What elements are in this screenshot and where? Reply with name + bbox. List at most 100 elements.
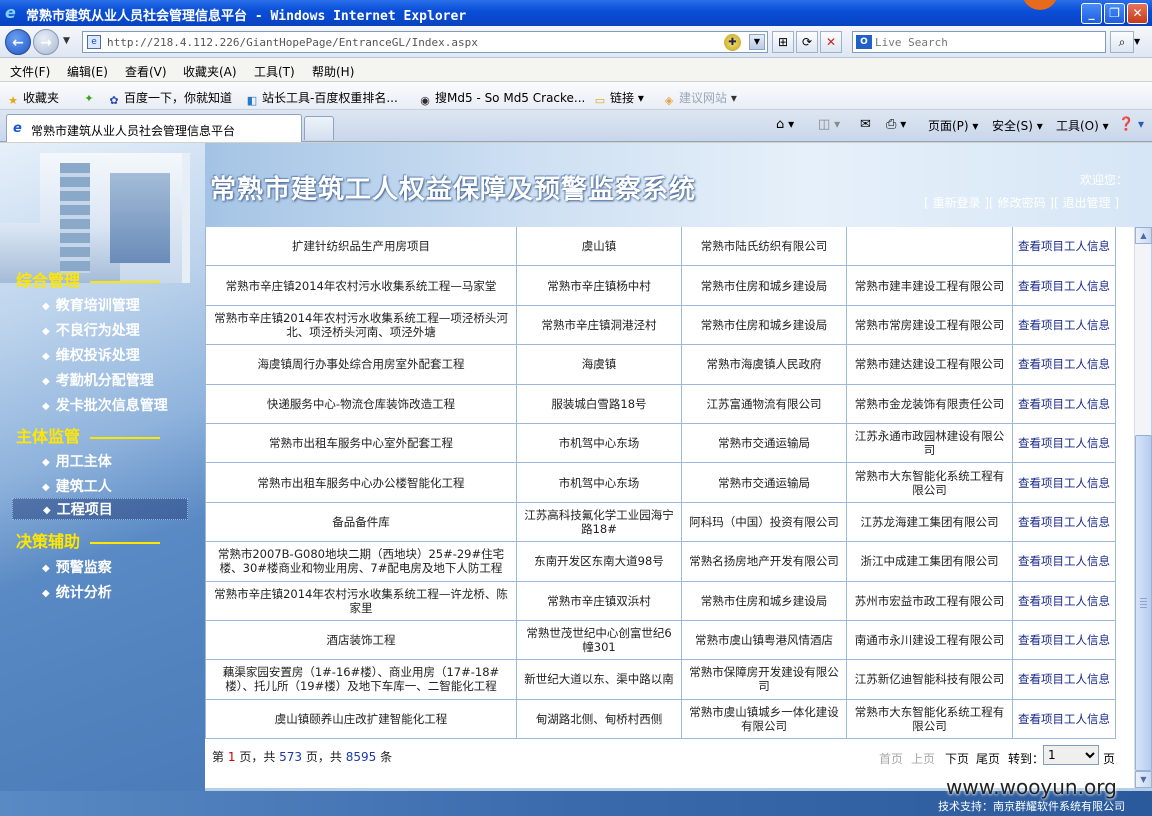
menu-file[interactable]: 文件(F) (10, 63, 50, 80)
table-row: 酒店装饰工程 常熟世茂世纪中心创富世纪6幢301 常熟市虞山镇粤港风情酒店 南通市永川… (205, 619, 1116, 661)
scroll-down-icon[interactable]: ▼ (1135, 771, 1152, 788)
table-row: 快递服务中心-物流仓库装饰改造工程 服装城白雪路18号 江苏富通物流有限公司 常熟市金… (205, 383, 1116, 424)
fav-link-somd5[interactable]: ◉ 搜Md5 - So Md5 Cracke... (418, 89, 585, 108)
add-favorite-icon[interactable]: ✦ (82, 89, 99, 106)
view-workers-link[interactable]: 查看项目工人信息 (1012, 344, 1116, 385)
nav-section-decision: 决策辅助 (16, 528, 161, 552)
rss-feed-icon[interactable]: ⊞ (772, 31, 794, 53)
scroll-up-icon[interactable]: ▲ (1135, 227, 1152, 244)
table-row: 虞山镇颐养山庄改扩建智能化工程 甸湖路北侧、甸桥村西侧 常熟市虞山镇城乡一体化建设有… (205, 698, 1116, 740)
feeds-button[interactable]: ◫ ▾ (818, 117, 840, 132)
nav-item-workers[interactable]: ◆ 建筑工人 (42, 476, 112, 496)
live-search-field[interactable]: O (852, 31, 1106, 53)
table-cell: 市机驾中心东场 (516, 462, 682, 503)
nav-item-card-batch[interactable]: ◆ 发卡批次信息管理 (42, 395, 168, 415)
refresh-icon[interactable]: ⟳ (796, 31, 818, 53)
menu-tools[interactable]: 工具(T) (254, 63, 295, 80)
table-row: 常熟市辛庄镇2014年农村污水收集系统工程—项泾桥头河北、项泾桥头河南、项泾外塘… (205, 304, 1116, 346)
baidu-paw-icon: ✿ (109, 94, 119, 107)
table-cell: 常熟市辛庄镇2014年农村污水收集系统工程—许龙桥、陈家里 (205, 580, 517, 621)
fav-links-folder[interactable]: ▭ 链接 ▾ (593, 89, 644, 108)
logout-link[interactable]: 退出管理 (1063, 196, 1111, 210)
print-button[interactable]: ⎙ ▾ (886, 117, 906, 132)
diamond-icon: ◆ (42, 401, 50, 412)
minimize-button[interactable]: _ (1081, 3, 1102, 24)
scroll-thumb[interactable] (1135, 435, 1152, 771)
view-workers-link[interactable]: 查看项目工人信息 (1012, 227, 1116, 267)
diamond-icon: ◆ (42, 563, 50, 574)
help-icon: ❓ (1118, 117, 1135, 132)
view-workers-link[interactable]: 查看项目工人信息 (1012, 265, 1116, 306)
prev-page-link[interactable]: 上页 (911, 750, 935, 767)
menu-view[interactable]: 查看(V) (125, 63, 167, 80)
last-page-link[interactable]: 尾页 (976, 750, 1000, 767)
table-cell: 常熟市大东智能化系统工程有限公司 (846, 462, 1013, 503)
view-workers-link[interactable]: 查看项目工人信息 (1012, 698, 1116, 740)
restore-button[interactable]: ❐ (1104, 3, 1125, 24)
nav-item-employers[interactable]: ◆ 用工主体 (42, 451, 112, 471)
table-cell: 快递服务中心-物流仓库装饰改造工程 (205, 383, 517, 424)
nav-item-complaints[interactable]: ◆ 维权投诉处理 (42, 345, 140, 365)
nav-item-warning[interactable]: ◆ 预警监察 (42, 557, 112, 577)
url-field[interactable]: e http://218.4.112.226/GiantHopePage/Ent… (82, 31, 768, 53)
page-menu[interactable]: 页面(P) ▾ (928, 117, 978, 134)
project-table: 扩建针纺织品生产用房项目 虞山镇 常熟市陆氏纺织有限公司 查看项目工人信息 常熟市辛庄镇… (205, 227, 1116, 740)
fav-link-baidu[interactable]: ✿ 百度一下，你就知道 (107, 89, 232, 108)
table-cell: 常熟市虞山镇城乡一体化建设有限公司 (681, 698, 847, 740)
table-cell: 常熟市海虞镇人民政府 (681, 344, 847, 385)
close-button[interactable]: ✕ (1127, 3, 1148, 24)
relogin-link[interactable]: 重新登录 (933, 196, 981, 210)
new-tab-button[interactable] (304, 116, 334, 140)
forward-button[interactable]: → (33, 29, 59, 55)
back-button[interactable]: ← (5, 29, 31, 55)
mail-icon: ✉ (860, 117, 871, 132)
search-icon[interactable]: ⌕ (1110, 31, 1134, 53)
fav-suggested-sites[interactable]: ◈ 建议网站 ▾ (662, 89, 737, 108)
compatibility-icon[interactable]: ✚ (724, 34, 741, 51)
stop-icon[interactable]: ✕ (820, 31, 842, 53)
url-dropdown-icon[interactable]: ▼ (749, 34, 765, 50)
chinaz-icon: ◧ (246, 94, 258, 107)
favorites-button[interactable]: ★ 收藏夹 (6, 89, 59, 108)
nav-item-misconduct[interactable]: ◆ 不良行为处理 (42, 320, 140, 340)
view-workers-link[interactable]: 查看项目工人信息 (1012, 462, 1116, 503)
nav-item-attendance[interactable]: ◆ 考勤机分配管理 (42, 370, 154, 390)
view-workers-link[interactable]: 查看项目工人信息 (1012, 541, 1116, 582)
diamond-icon: ◆ (42, 326, 50, 337)
history-dropdown-icon[interactable]: ▼ (63, 36, 70, 46)
view-workers-link[interactable]: 查看项目工人信息 (1012, 659, 1116, 700)
change-password-link[interactable]: 修改密码 (998, 196, 1046, 210)
view-workers-link[interactable]: 查看项目工人信息 (1012, 383, 1116, 424)
table-cell: 常熟市建丰建设工程有限公司 (846, 265, 1013, 306)
table-cell: 常熟市2007B-G080地块二期（西地块）25#-29#住宅楼、30#楼商业和… (205, 541, 517, 582)
view-workers-link[interactable]: 查看项目工人信息 (1012, 501, 1116, 543)
first-page-link[interactable]: 首页 (879, 750, 903, 767)
search-input[interactable] (875, 35, 1101, 50)
help-button[interactable]: ❓ ▾ (1118, 117, 1144, 132)
nav-item-projects[interactable]: ◆ 工程项目 (12, 498, 188, 520)
view-workers-link[interactable]: 查看项目工人信息 (1012, 304, 1116, 346)
view-workers-link[interactable]: 查看项目工人信息 (1012, 422, 1116, 464)
menu-edit[interactable]: 编辑(E) (67, 63, 108, 80)
home-button[interactable]: ⌂ ▾ (776, 117, 794, 132)
search-dropdown-icon[interactable]: ▼ (1134, 37, 1140, 46)
tools-menu[interactable]: 工具(O) ▾ (1056, 117, 1109, 134)
page-select[interactable]: 1 (1043, 745, 1099, 765)
next-page-link[interactable]: 下页 (945, 750, 969, 767)
table-cell: 江苏新亿迪智能科技有限公司 (846, 659, 1013, 700)
nav-item-statistics[interactable]: ◆ 统计分析 (42, 582, 112, 602)
nav-item-training[interactable]: ◆ 教育培训管理 (42, 295, 140, 315)
watermark-text: www.wooyun.org (946, 775, 1117, 799)
mail-button[interactable]: ✉ (860, 117, 871, 132)
view-workers-link[interactable]: 查看项目工人信息 (1012, 619, 1116, 661)
table-cell: 常熟市出租车服务中心办公楼智能化工程 (205, 462, 517, 503)
fav-link-chinaz[interactable]: ◧ 站长工具-百度权重排名... (245, 89, 398, 108)
safety-menu[interactable]: 安全(S) ▾ (992, 117, 1043, 134)
content-scrollbar[interactable]: ▲ ▼ (1134, 227, 1152, 788)
menu-help[interactable]: 帮助(H) (312, 63, 354, 80)
table-row: 备品备件库 江苏高科技氟化学工业园海宁路18# 阿科玛（中国）投资有限公司 江苏龙海建… (205, 501, 1116, 543)
menu-favorites[interactable]: 收藏夹(A) (183, 63, 237, 80)
folder-icon: ▭ (594, 94, 606, 107)
view-workers-link[interactable]: 查看项目工人信息 (1012, 580, 1116, 621)
tab-current[interactable]: e 常熟市建筑从业人员社会管理信息平台 (6, 114, 302, 142)
